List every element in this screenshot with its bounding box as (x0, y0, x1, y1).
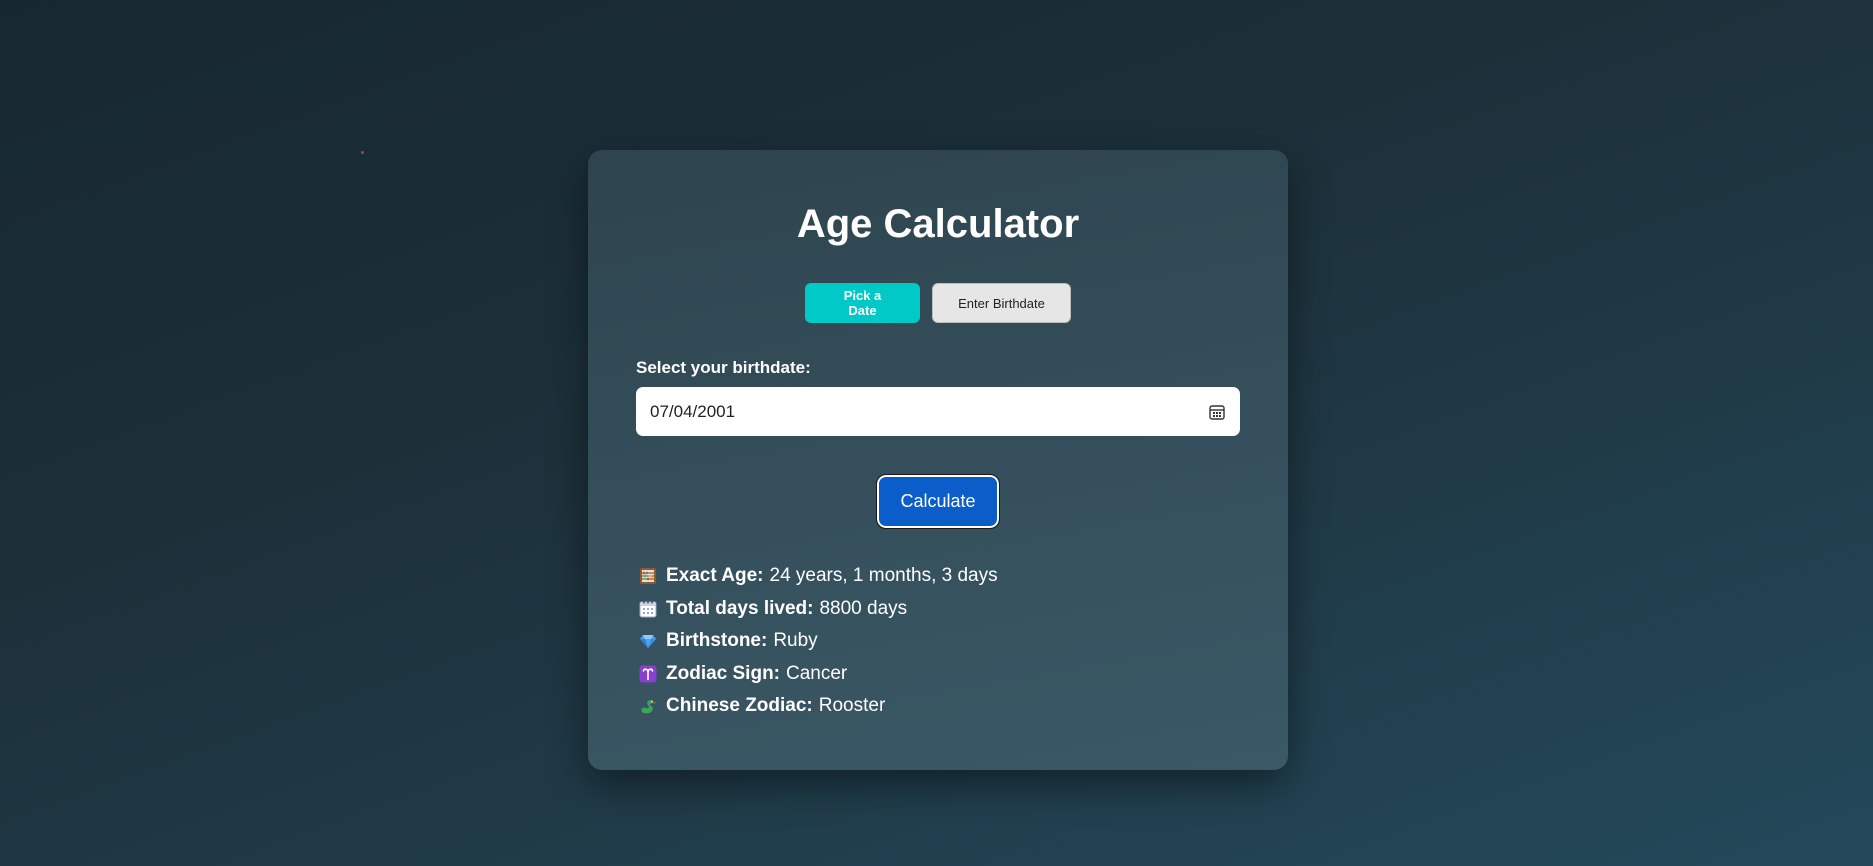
result-value: Rooster (818, 695, 886, 717)
result-value: Ruby (773, 630, 818, 652)
calculator-card: Age Calculator Pick a Date Enter Birthda… (588, 150, 1288, 770)
dragon-icon (638, 696, 658, 716)
result-label: Birthstone: (666, 630, 768, 652)
tab-pick-a-date[interactable]: Pick a Date (805, 283, 920, 323)
result-label: Total days lived: (666, 597, 814, 619)
gem-icon (638, 631, 658, 651)
result-value: Cancer (786, 662, 848, 684)
calculate-button[interactable]: Calculate (876, 474, 1000, 529)
birthdate-label: Select your birthdate: (636, 358, 811, 377)
result-zodiac-sign: Zodiac Sign: Cancer (638, 658, 998, 691)
abacus-icon (638, 566, 658, 586)
calendar-icon[interactable] (1208, 403, 1226, 421)
birthdate-value: 07/04/2001 (650, 401, 736, 421)
stray-dot (361, 151, 364, 154)
result-value: 8800 days (819, 597, 908, 619)
result-label: Exact Age: (666, 565, 764, 587)
calendar-spiral-icon (638, 599, 658, 619)
result-chinese-zodiac: Chinese Zodiac: Rooster (638, 690, 998, 723)
result-exact-age: Exact Age: 24 years, 1 months, 3 days (638, 560, 998, 593)
results-list: Exact Age: 24 years, 1 months, 3 days To… (638, 560, 998, 723)
tab-enter-birthdate[interactable]: Enter Birthdate (932, 283, 1071, 323)
result-value: 24 years, 1 months, 3 days (769, 565, 998, 587)
mode-tabs: Pick a Date Enter Birthdate (588, 283, 1288, 323)
page-title: Age Calculator (796, 202, 1080, 246)
result-birthstone: Birthstone: Ruby (638, 625, 998, 658)
result-label: Zodiac Sign: (666, 662, 780, 684)
result-label: Chinese Zodiac: (666, 695, 813, 717)
birthdate-input[interactable]: 07/04/2001 (636, 387, 1240, 436)
result-total-days: Total days lived: 8800 days (638, 593, 998, 626)
zodiac-aries-icon (638, 664, 658, 684)
